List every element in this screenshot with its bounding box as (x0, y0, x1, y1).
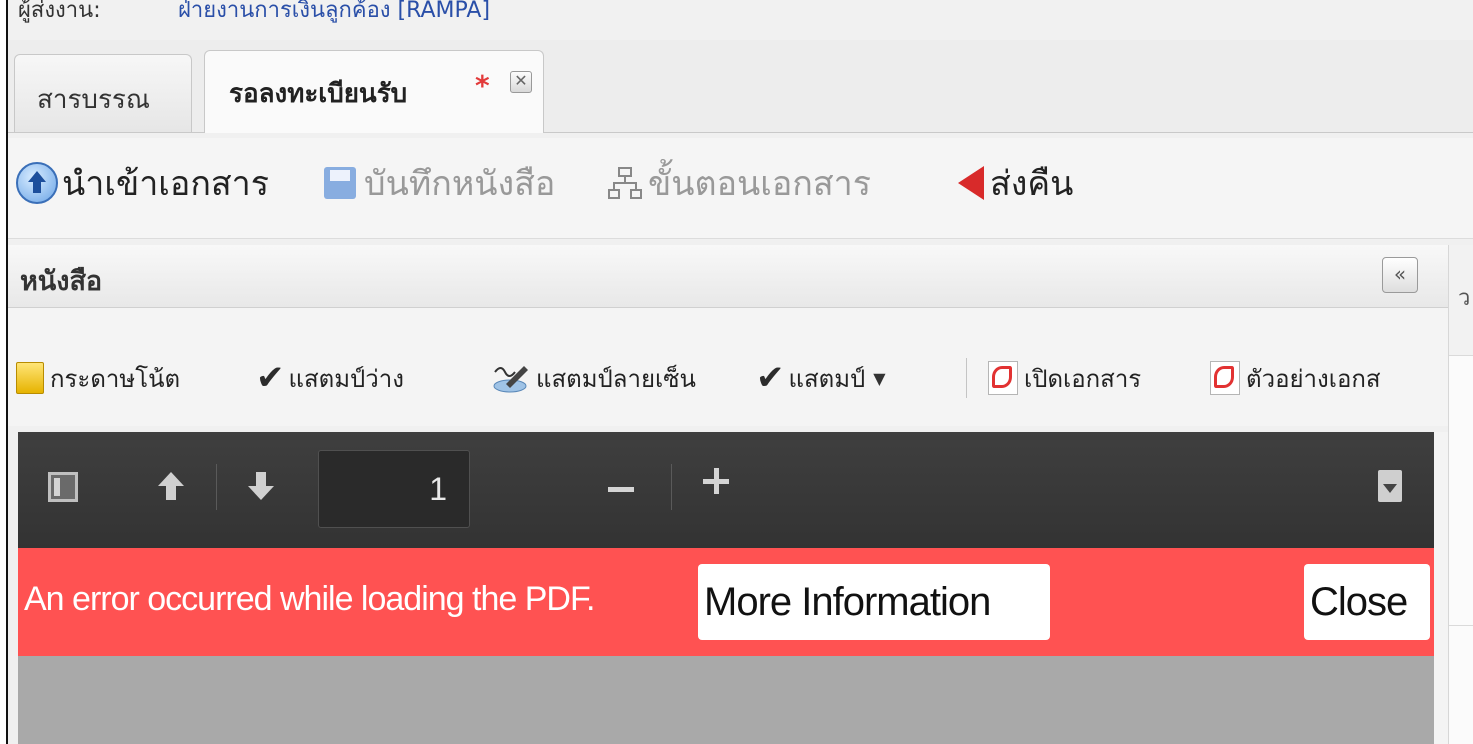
stamp-label: แสตมป์ (788, 364, 866, 393)
previous-page-icon[interactable] (156, 472, 186, 502)
panel-title: หนังสือ (20, 266, 103, 297)
more-information-button[interactable]: More Information (698, 564, 1050, 640)
note-icon (16, 362, 44, 394)
open-document-button[interactable]: เปิดเอกสาร (988, 358, 1141, 398)
panel-header: หนังสือ « (8, 245, 1448, 308)
pdf-viewer-toolbar: 1 (18, 432, 1434, 548)
document-toolbar: กระดาษโน้ต ✔ แสตมป์ว่าง แสตมป์ลายเซ็น ✔ … (8, 308, 1448, 426)
checkmark-icon: ✔ (256, 358, 285, 398)
next-page-icon[interactable] (246, 472, 276, 502)
error-bar: An error occurred while loading the PDF.… (18, 548, 1434, 656)
sender-value[interactable]: ฝ่ายงานการเงินลูกค้อง [RAMPA] (178, 0, 490, 27)
divider (216, 464, 217, 510)
app-window: ผู้ส่งงาน: ฝ่ายงานการเงินลูกค้อง [RAMPA]… (6, 0, 1473, 744)
page-number-input[interactable]: 1 (318, 450, 470, 528)
sitemap-icon (608, 166, 642, 200)
return-button[interactable]: ส่งคืน (958, 158, 1073, 208)
tab-pending-registration[interactable]: รอลงทะเบียนรับ * ✕ (204, 50, 544, 133)
signature-icon (492, 362, 532, 394)
zoom-out-icon[interactable] (608, 487, 634, 492)
blank-stamp-label: แสตมป์ว่าง (288, 364, 404, 393)
pdf-icon (1210, 361, 1240, 395)
error-message: An error occurred while loading the PDF. (24, 580, 595, 618)
tab-sarabun[interactable]: สารบรรณ (14, 54, 192, 132)
close-error-button[interactable]: Close (1304, 564, 1430, 640)
signature-stamp-label: แสตมป์ลายเซ็น (536, 364, 696, 393)
preview-document-button[interactable]: ตัวอย่างเอกส (1210, 358, 1381, 398)
return-label: ส่งคืน (990, 164, 1074, 204)
right-panel (1448, 245, 1473, 744)
tab-label: สารบรรณ (37, 85, 150, 115)
sidebar-toggle-icon[interactable] (48, 472, 78, 502)
save-icon (324, 167, 356, 199)
zoom-in-icon[interactable] (703, 468, 729, 494)
upload-icon (16, 162, 58, 204)
modified-marker: * (475, 69, 490, 102)
checkmark-icon: ✔ (756, 358, 785, 398)
pdf-icon (988, 361, 1018, 395)
stamp-dropdown-button[interactable]: ✔ แสตมป์ ▼ (756, 358, 886, 398)
tab-bar: สารบรรณ รอลงทะเบียนรับ * ✕ (8, 40, 1473, 133)
workflow-label: ขั้นตอนเอกสาร (648, 164, 871, 204)
viewer-right-margin (1434, 432, 1448, 744)
divider (671, 464, 672, 510)
download-icon[interactable] (1378, 470, 1402, 502)
divider (1449, 625, 1473, 626)
tab-label: รอลงทะเบียนรับ (229, 79, 408, 109)
preview-doc-label: ตัวอย่างเอกส (1246, 364, 1381, 393)
pdf-canvas-area (18, 656, 1434, 744)
import-document-button[interactable]: นำเข้าเอกสาร (16, 158, 269, 208)
save-book-button[interactable]: บันทึกหนังสือ (324, 158, 555, 208)
save-label: บันทึกหนังสือ (364, 164, 556, 204)
right-panel-title-cut: ว (1458, 286, 1471, 311)
import-label: นำเข้าเอกสาร (62, 164, 270, 204)
workflow-button[interactable]: ขั้นตอนเอกสาร (608, 158, 871, 208)
signature-stamp-button[interactable]: แสตมป์ลายเซ็น (492, 358, 696, 398)
main-toolbar: นำเข้าเอกสาร บันทึกหนังสือ ขั้นตอนเอกสาร… (8, 138, 1473, 239)
open-doc-label: เปิดเอกสาร (1024, 364, 1142, 393)
close-tab-icon[interactable]: ✕ (510, 71, 532, 93)
collapse-panel-icon[interactable]: « (1382, 257, 1418, 293)
note-label: กระดาษโน้ต (50, 364, 181, 393)
note-paper-button[interactable]: กระดาษโน้ต (16, 358, 180, 398)
toolbar-divider (966, 358, 967, 398)
blank-stamp-button[interactable]: ✔ แสตมป์ว่าง (256, 358, 404, 398)
header-strip: ผู้ส่งงาน: ฝ่ายงานการเงินลูกค้อง [RAMPA] (8, 0, 1473, 41)
chevron-down-icon: ▼ (873, 368, 886, 388)
back-arrow-icon (958, 166, 984, 200)
sender-label: ผู้ส่งงาน: (18, 0, 101, 23)
